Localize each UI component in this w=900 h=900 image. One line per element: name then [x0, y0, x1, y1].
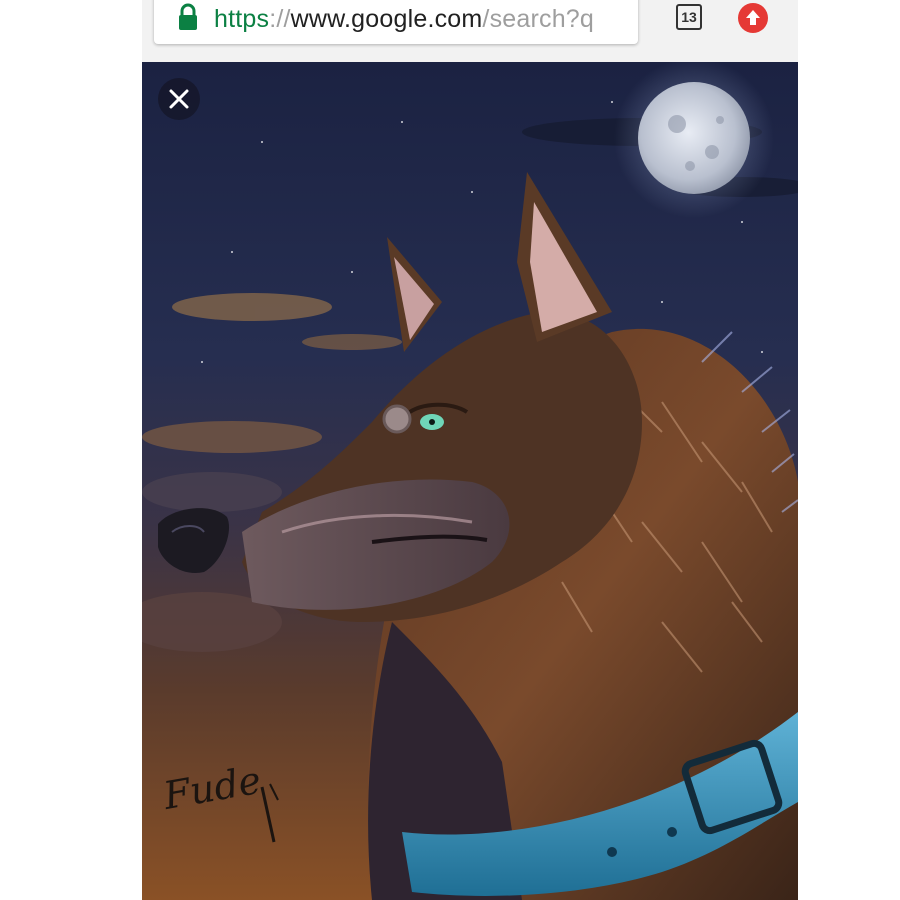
lock-icon [179, 3, 197, 30]
arrow-up-icon [746, 10, 760, 25]
url-separator: :// [269, 4, 291, 33]
url-path: /search?q [482, 4, 595, 33]
image-viewer: Fude [142, 62, 798, 900]
url-host: www.google.com [290, 4, 483, 33]
update-button[interactable] [738, 3, 768, 33]
tab-switcher-button[interactable]: 13 [676, 4, 702, 30]
tab-count-label: 13 [681, 9, 697, 25]
url-scheme: https [214, 4, 270, 33]
address-bar[interactable]: https://www.google.com/search?q [154, 0, 638, 44]
close-icon [169, 89, 189, 109]
url-text[interactable]: https://www.google.com/search?q [214, 5, 594, 34]
close-viewer-button[interactable] [158, 78, 200, 120]
